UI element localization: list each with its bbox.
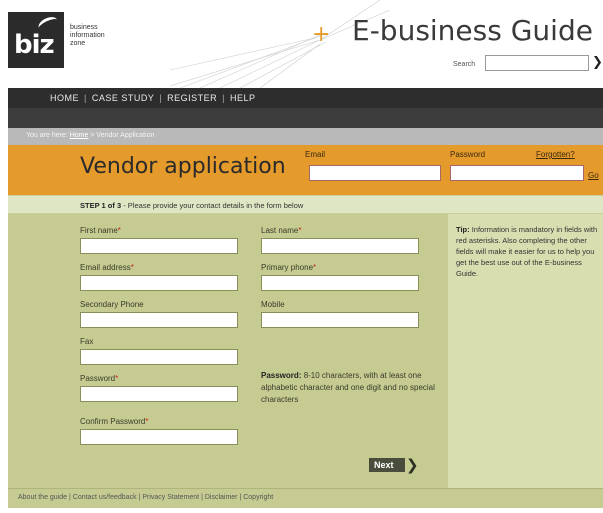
page-title: Vendor application: [80, 154, 286, 179]
breadcrumb-home-link[interactable]: Home: [70, 132, 89, 139]
footer-link-contact[interactable]: Contact us/feedback: [73, 494, 137, 501]
secondary-phone-field[interactable]: [80, 312, 238, 328]
last-name-label: Last name*: [261, 226, 301, 235]
contact-form: First name* Last name* Email address* Pr…: [8, 214, 448, 488]
mobile-field[interactable]: [261, 312, 419, 328]
last-name-label-text: Last name: [261, 226, 299, 235]
tip-title: Tip:: [456, 225, 470, 234]
next-button-label: Next: [369, 458, 405, 472]
confirm-password-field[interactable]: [80, 429, 238, 445]
required-mark: *: [115, 374, 119, 383]
footer: About the guide | Contact us/feedback | …: [8, 488, 603, 508]
primary-phone-label: Primary phone*: [261, 263, 316, 272]
logo-tagline-line: business: [70, 24, 98, 31]
forgotten-password-link[interactable]: Forgotten?: [536, 150, 575, 159]
tip-body: Information is mandatory in fields with …: [456, 225, 598, 278]
email-label-text: Email address: [80, 263, 131, 272]
nav-items: HOME | CASE STUDY | REGISTER | HELP: [50, 93, 256, 103]
mobile-label: Mobile: [261, 300, 285, 309]
required-mark: *: [117, 226, 121, 235]
required-mark: *: [313, 263, 317, 272]
first-name-label: First name*: [80, 226, 121, 235]
primary-phone-label-text: Primary phone: [261, 263, 314, 272]
footer-link-privacy[interactable]: Privacy Statement: [142, 494, 199, 501]
footer-links: About the guide | Contact us/feedback | …: [18, 494, 273, 501]
plus-icon: +: [312, 22, 331, 47]
breadcrumb-prefix: You are here:: [26, 132, 70, 139]
first-name-field[interactable]: [80, 238, 238, 254]
breadcrumb: You are here: Home > Vendor Application: [8, 128, 603, 145]
logo-tagline-line: zone: [70, 40, 86, 47]
login-go-button[interactable]: Go: [588, 171, 599, 180]
email-label: Email address*: [80, 263, 134, 272]
logo-text: biz: [14, 30, 55, 60]
primary-phone-field[interactable]: [261, 275, 419, 291]
tip-text: Tip: Information is mandatory in fields …: [456, 224, 603, 279]
nav-item-case-study[interactable]: CASE STUDY: [92, 93, 154, 103]
password-requirements: Password: 8-10 characters, with at least…: [261, 370, 443, 406]
step-instructions: - Please provide your contact details in…: [121, 201, 304, 210]
login-password-label: Password: [450, 150, 486, 159]
breadcrumb-text: You are here: Home > Vendor Application: [26, 132, 154, 139]
fax-field[interactable]: [80, 349, 238, 365]
first-name-label-text: First name: [80, 226, 118, 235]
search-go-icon[interactable]: ❯: [592, 54, 603, 70]
password-note-title: Password:: [261, 371, 302, 380]
required-mark: *: [130, 263, 134, 272]
nav-separator: |: [159, 93, 163, 103]
main-nav: HOME | CASE STUDY | REGISTER | HELP: [8, 88, 603, 108]
step-indicator: STEP 1 of 3 - Please provide your contac…: [8, 195, 603, 214]
sub-nav-bar: [8, 108, 603, 128]
email-field[interactable]: [80, 275, 238, 291]
password-label-text: Password: [80, 374, 116, 383]
search-label: Search: [453, 61, 476, 68]
login-email-input[interactable]: [309, 165, 441, 181]
tip-panel: Tip: Information is mandatory in fields …: [448, 214, 603, 488]
step-number: STEP 1 of 3: [80, 201, 122, 210]
last-name-field[interactable]: [261, 238, 419, 254]
site-title: E-business Guide: [352, 14, 593, 47]
password-label: Password*: [80, 374, 118, 383]
footer-link-disclaimer[interactable]: Disclaimer: [205, 494, 238, 501]
password-field[interactable]: [80, 386, 238, 402]
secondary-phone-label: Secondary Phone: [80, 300, 144, 309]
footer-link-about[interactable]: About the guide: [18, 494, 67, 501]
nav-item-help[interactable]: HELP: [230, 93, 256, 103]
nav-separator: |: [222, 93, 225, 103]
nav-item-home[interactable]: HOME: [50, 93, 79, 103]
login-email-label: Email: [305, 150, 326, 159]
next-button[interactable]: Next ❯: [369, 457, 419, 476]
footer-link-copyright[interactable]: Copyright: [243, 494, 273, 501]
biz-logo[interactable]: biz: [8, 12, 64, 68]
fax-label: Fax: [80, 337, 94, 346]
required-mark: *: [298, 226, 302, 235]
breadcrumb-current: Vendor Application: [96, 132, 155, 139]
title-login-bar: Vendor application Email Password Forgot…: [8, 145, 603, 195]
chevron-right-icon: ❯: [406, 457, 419, 474]
logo-tagline-line: information: [70, 32, 105, 39]
search-input[interactable]: [485, 55, 589, 71]
required-mark: *: [145, 417, 149, 426]
site-header: biz business information zone + E-busine…: [0, 0, 603, 88]
logo-tagline: business information zone: [70, 24, 105, 48]
step-text: STEP 1 of 3 - Please provide your contac…: [80, 201, 303, 210]
nav-item-register[interactable]: REGISTER: [167, 93, 217, 103]
confirm-password-label: Confirm Password*: [80, 417, 148, 426]
login-password-input[interactable]: [450, 165, 584, 181]
confirm-password-label-text: Confirm Password: [80, 417, 146, 426]
nav-separator: |: [84, 93, 87, 103]
